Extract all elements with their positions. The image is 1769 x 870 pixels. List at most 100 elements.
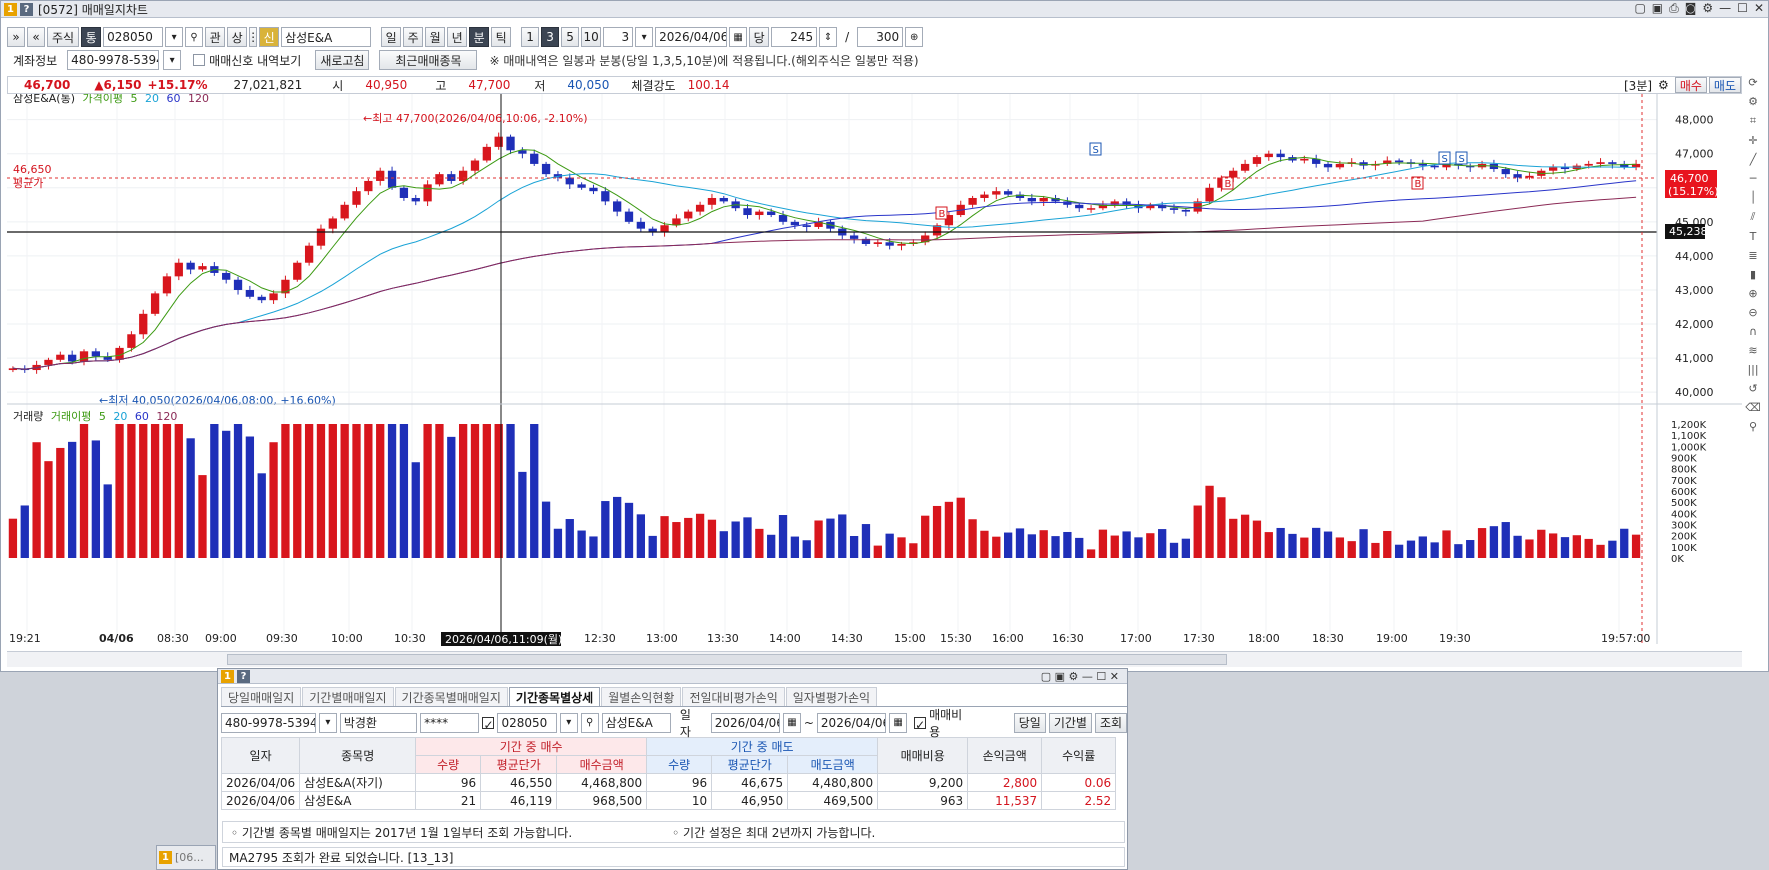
- erase-icon[interactable]: ⌫: [1745, 401, 1761, 414]
- magnet-icon[interactable]: ∩: [1749, 325, 1757, 338]
- search-icon[interactable]: ⚲: [185, 27, 204, 47]
- chart-area[interactable]: SSSBBB 삼성E&A(통) 가격이평 5 20 60 120 ←최고 47,…: [7, 92, 1742, 654]
- table-row[interactable]: 2026/04/06 삼성E&A 21 46,119 968,500 10 46…: [220, 791, 1117, 810]
- recent-stocks-button[interactable]: 최근매매종목: [379, 50, 478, 70]
- trade-account-dropdown-icon[interactable]: ▾: [319, 712, 337, 733]
- period-week[interactable]: 주: [403, 27, 424, 47]
- help-icon[interactable]: ?: [20, 2, 33, 16]
- splitter-icon[interactable]: ⋮: [247, 27, 259, 47]
- link-icon[interactable]: ▢: [1634, 1, 1645, 16]
- table-row[interactable]: 2026/04/06 삼성E&A(자기) 96 46,550 4,468,800…: [220, 773, 1117, 792]
- period-year[interactable]: 년: [447, 27, 468, 47]
- trade-account-select[interactable]: 480-9978-5394-0: [221, 712, 317, 733]
- indicator-icon[interactable]: ⌗: [1750, 114, 1756, 128]
- interval-3[interactable]: 3: [541, 27, 560, 47]
- from-calendar-icon[interactable]: ▦: [783, 712, 801, 733]
- period-button[interactable]: 기간별: [1048, 712, 1092, 733]
- fee-checkbox[interactable]: ✓: [914, 716, 927, 732]
- chart-settings-icon[interactable]: ⚙: [1658, 78, 1669, 92]
- unified-toggle[interactable]: 통: [81, 27, 102, 47]
- copy-icon[interactable]: ▣: [1652, 1, 1663, 16]
- close-button[interactable]: ✕: [1754, 1, 1764, 16]
- refresh-button[interactable]: 새로고침: [315, 50, 370, 70]
- crosshair-icon[interactable]: ✛: [1748, 134, 1757, 147]
- account-dropdown-icon[interactable]: ▾: [163, 50, 182, 70]
- from-date-input[interactable]: 2026/04/06: [710, 712, 781, 733]
- candle-icon[interactable]: ▮: [1750, 268, 1756, 281]
- settings-icon[interactable]: ⚙: [1702, 1, 1713, 16]
- signal-checkbox[interactable]: [193, 54, 206, 66]
- zoom-in-icon[interactable]: ⊕: [1748, 287, 1757, 300]
- period-day[interactable]: 일: [381, 27, 402, 47]
- camera-icon[interactable]: ◙: [1685, 1, 1697, 16]
- calendar-icon[interactable]: ▦: [729, 27, 748, 47]
- vline-icon[interactable]: │: [1750, 191, 1757, 204]
- today-button[interactable]: 당일: [1013, 712, 1046, 733]
- expand-left-icon[interactable]: »: [7, 27, 25, 47]
- interval-1[interactable]: 1: [521, 27, 540, 47]
- interval-10[interactable]: 10: [581, 27, 602, 47]
- zoom-out-icon[interactable]: ⊖: [1748, 306, 1757, 319]
- code-filter-checkbox[interactable]: ✓: [482, 716, 495, 732]
- tab-monthly-pnl[interactable]: 월별손익현황: [601, 687, 682, 706]
- chart-scrollbar[interactable]: [7, 651, 1742, 667]
- scroll-thumb[interactable]: [227, 654, 1227, 665]
- refresh-icon[interactable]: ⟳: [1748, 76, 1757, 89]
- channel-icon[interactable]: ⫽: [1751, 210, 1756, 224]
- account-select[interactable]: 480-9978-5394-: [67, 50, 160, 70]
- interval-input[interactable]: 3: [603, 27, 634, 47]
- to-date-input[interactable]: 2026/04/06: [816, 712, 887, 733]
- tab-period[interactable]: 기간별매매일지: [302, 687, 394, 706]
- tab-period-stock[interactable]: 기간종목별매매일지: [394, 687, 508, 706]
- max-input[interactable]: 300: [857, 27, 904, 47]
- up-button[interactable]: 상: [227, 27, 248, 47]
- volume-bar: [245, 436, 255, 558]
- password-field[interactable]: ****: [420, 712, 480, 733]
- code-input[interactable]: 028050: [103, 27, 164, 47]
- trade-code-dropdown-icon[interactable]: ▾: [559, 712, 578, 733]
- fibonacci-icon[interactable]: ≣: [1748, 249, 1757, 262]
- volume-bar: [1086, 549, 1096, 558]
- chart-window: 1 ? [0572] 매매일지차트 ▢ ▣ ⎙ ◙ ⚙ — ☐ ✕ » « 주식…: [0, 0, 1769, 672]
- count-input[interactable]: 245: [771, 27, 818, 47]
- period-tick[interactable]: 틱: [491, 27, 512, 47]
- bars-icon[interactable]: |||: [1747, 363, 1758, 376]
- query-button[interactable]: 조회: [1094, 712, 1128, 733]
- trendline-icon[interactable]: ╱: [1750, 153, 1757, 166]
- minimized-window-tab[interactable]: 1 [06...: [156, 845, 216, 870]
- trade-help-icon[interactable]: ?: [237, 669, 250, 683]
- period-month[interactable]: 월: [425, 27, 446, 47]
- tab-daily[interactable]: 당일매매일지: [221, 687, 302, 706]
- print-icon[interactable]: ⎙: [1669, 1, 1679, 16]
- price-volume-chart[interactable]: SS SBB B 삼성E&A(통) 가격이평 5 20 60 120 ←최고 47,…: [7, 92, 1742, 654]
- collapse-icon[interactable]: «: [27, 27, 45, 47]
- code-dropdown-icon[interactable]: ▾: [165, 27, 184, 47]
- count-spinner-icon[interactable]: ⇕: [819, 27, 838, 47]
- minimize-button[interactable]: —: [1719, 1, 1731, 16]
- search-chart-icon[interactable]: ⚲: [1749, 420, 1757, 433]
- gear-icon[interactable]: ⚙: [1748, 95, 1758, 108]
- hline-icon[interactable]: ─: [1750, 172, 1757, 185]
- interval-5[interactable]: 5: [561, 27, 580, 47]
- trade-code-input[interactable]: 028050: [497, 712, 557, 733]
- pattern-icon[interactable]: ≋: [1748, 344, 1757, 357]
- maximize-button[interactable]: ☐: [1737, 1, 1748, 16]
- interest-button[interactable]: 관: [205, 27, 226, 47]
- stock-name-field[interactable]: 삼성E&A: [281, 27, 372, 47]
- buy-button[interactable]: 매수: [1674, 77, 1707, 93]
- tab-prev-day-eval[interactable]: 전일대비평가손익: [682, 687, 785, 706]
- period-minute[interactable]: 분: [469, 27, 490, 47]
- trade-window-buttons[interactable]: ▢ ▣ ⚙ — ☐ ✕: [1041, 670, 1119, 683]
- text-icon[interactable]: T: [1750, 230, 1757, 243]
- to-calendar-icon[interactable]: ▦: [889, 712, 908, 733]
- sell-button[interactable]: 매도: [1708, 77, 1741, 93]
- tab-period-stock-detail[interactable]: 기간종목별상세: [508, 687, 601, 706]
- count-label[interactable]: 당: [749, 27, 770, 47]
- market-select[interactable]: 주식: [47, 27, 80, 47]
- undo-icon[interactable]: ↺: [1748, 382, 1757, 395]
- tab-daily-eval[interactable]: 일자별평가손익: [785, 687, 878, 706]
- date-input[interactable]: 2026/04/06: [655, 27, 728, 47]
- interval-dropdown-icon[interactable]: ▾: [635, 27, 654, 47]
- trade-search-icon[interactable]: ⚲: [580, 712, 599, 733]
- zoom-icon[interactable]: ⊕: [905, 27, 924, 47]
